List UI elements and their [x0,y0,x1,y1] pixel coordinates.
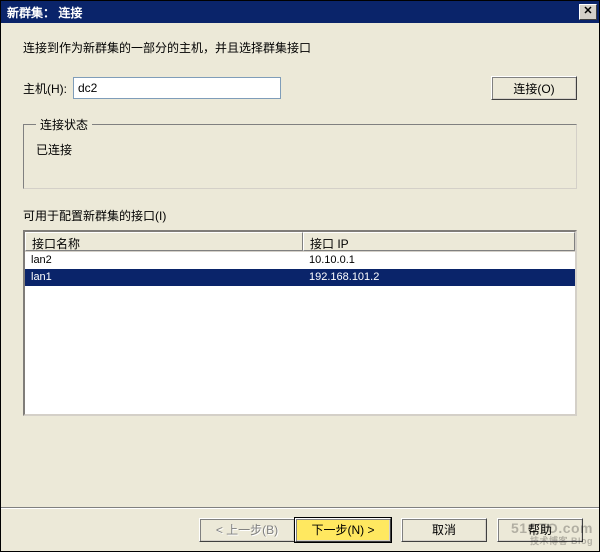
cell-ip: 10.10.0.1 [303,252,575,269]
button-bar: < 上一步(B) 下一步(N) > 取消 帮助 51CTO.com 技术博客 B… [1,507,599,551]
dialog-window: 新群集： 连接 ✕ 连接到作为新群集的一部分的主机，并且选择群集接口 主机(H)… [0,0,600,552]
close-icon: ✕ [583,5,592,17]
connect-button[interactable]: 连接(O) [491,76,577,100]
cancel-button[interactable]: 取消 [401,518,487,542]
interfaces-caption: 可用于配置新群集的接口(I) [23,207,577,224]
wizard-buttons: < 上一步(B) 下一步(N) > [199,518,391,542]
cell-name: lan2 [25,252,303,269]
column-header-name[interactable]: 接口名称 [25,232,303,251]
window-title: 新群集： 连接 [7,4,82,21]
titlebar: 新群集： 连接 ✕ [1,1,599,23]
next-button[interactable]: 下一步(N) > [295,518,391,542]
status-text: 已连接 [36,141,564,158]
cell-ip: 192.168.101.2 [303,269,575,286]
table-row[interactable]: lan1 192.168.101.2 [25,269,575,286]
content-area: 连接到作为新群集的一部分的主机，并且选择群集接口 主机(H): 连接(O) 连接… [1,23,599,507]
host-input[interactable] [73,77,281,99]
column-header-ip[interactable]: 接口 IP [303,232,575,251]
listview-header: 接口名称 接口 IP [25,232,575,252]
intro-text: 连接到作为新群集的一部分的主机，并且选择群集接口 [23,39,577,56]
help-button[interactable]: 帮助 [497,518,583,542]
interfaces-listview[interactable]: 接口名称 接口 IP lan2 10.10.0.1 lan1 192.168.1… [23,230,577,416]
table-row[interactable]: lan2 10.10.0.1 [25,252,575,269]
host-label: 主机(H): [23,80,67,97]
host-row: 主机(H): 连接(O) [23,76,577,100]
status-legend: 连接状态 [36,116,92,133]
close-button[interactable]: ✕ [579,4,597,20]
connection-status-group: 连接状态 已连接 [23,116,577,189]
cell-name: lan1 [25,269,303,286]
back-button: < 上一步(B) [199,518,295,542]
